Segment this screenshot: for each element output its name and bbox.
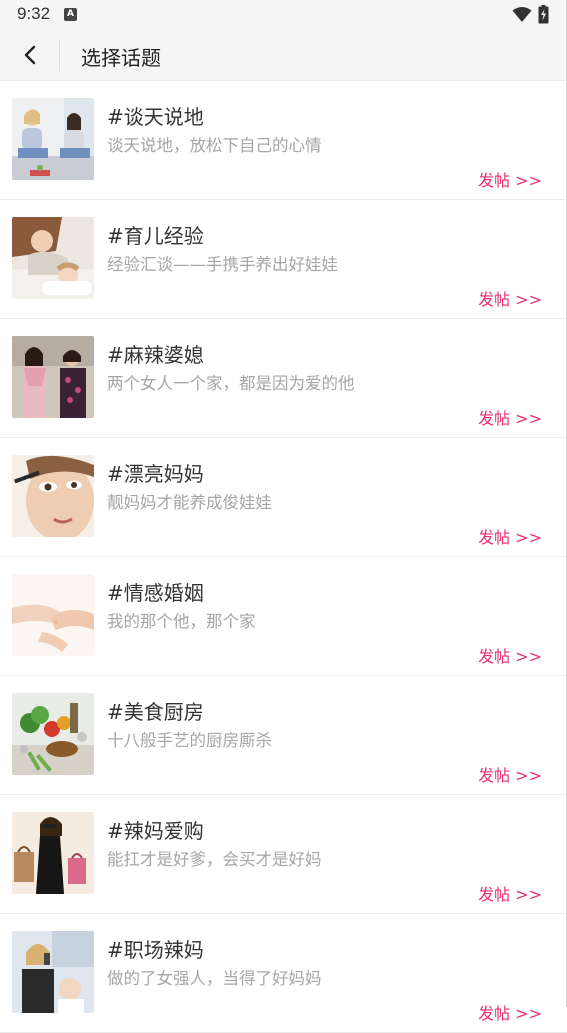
topic-item[interactable]: #辣妈爱购 能扛才是好爹，会买才是好妈 发帖 >> xyxy=(0,795,567,914)
topic-title: #职场辣妈 xyxy=(107,938,204,962)
topic-item[interactable]: #情感婚姻 我的那个他，那个家 发帖 >> xyxy=(0,557,567,676)
topic-thumbnail xyxy=(12,336,94,418)
status-time: 9:32 xyxy=(17,4,51,23)
topic-thumbnail xyxy=(12,574,94,656)
topic-description: 谈天说地，放松下自己的心情 xyxy=(107,136,322,155)
topic-item[interactable]: #麻辣婆媳 两个女人一个家，都是因为爱的他 发帖 >> xyxy=(0,319,567,438)
post-button[interactable]: 发帖 >> xyxy=(478,167,542,191)
topic-item[interactable]: #谈天说地 谈天说地，放松下自己的心情 发帖 >> xyxy=(0,81,567,200)
topic-item[interactable]: #职场辣妈 做的了女强人，当得了好妈妈 发帖 >> xyxy=(0,914,567,1033)
notification-badge-icon: A xyxy=(64,8,77,21)
chevron-left-icon xyxy=(24,45,36,65)
topic-description: 能扛才是好爹，会买才是好妈 xyxy=(107,850,322,869)
topic-thumbnail xyxy=(12,812,94,894)
topic-description: 靓妈妈才能养成俊娃娃 xyxy=(107,493,272,512)
topic-thumbnail xyxy=(12,931,94,1013)
topic-title: #谈天说地 xyxy=(107,105,204,129)
topic-thumbnail xyxy=(12,693,94,775)
topic-title: #麻辣婆媳 xyxy=(107,343,204,367)
topic-item[interactable]: #育儿经验 经验汇谈——手携手养出好娃娃 发帖 >> xyxy=(0,200,567,319)
topic-item[interactable]: #美食厨房 十八般手艺的厨房厮杀 发帖 >> xyxy=(0,676,567,795)
topic-title: #漂亮妈妈 xyxy=(107,462,204,486)
post-button[interactable]: 发帖 >> xyxy=(478,524,542,548)
battery-charging-icon xyxy=(538,5,549,28)
topic-thumbnail xyxy=(12,217,94,299)
topic-description: 我的那个他，那个家 xyxy=(107,612,256,631)
topic-description: 十八般手艺的厨房厮杀 xyxy=(107,731,272,750)
post-button[interactable]: 发帖 >> xyxy=(478,405,542,429)
status-bar: 9:32 A xyxy=(0,0,567,30)
topic-title: #辣妈爱购 xyxy=(107,819,204,843)
topic-thumbnail xyxy=(12,98,94,180)
post-button[interactable]: 发帖 >> xyxy=(478,1000,542,1024)
topic-description: 两个女人一个家，都是因为爱的他 xyxy=(107,374,355,393)
wifi-icon xyxy=(512,6,532,27)
post-button[interactable]: 发帖 >> xyxy=(478,881,542,905)
topic-title: #育儿经验 xyxy=(107,224,204,248)
header-divider xyxy=(59,39,60,71)
topic-description: 做的了女强人，当得了好妈妈 xyxy=(107,969,322,988)
topic-description: 经验汇谈——手携手养出好娃娃 xyxy=(107,255,338,274)
topic-title: #情感婚姻 xyxy=(107,581,204,605)
topic-thumbnail xyxy=(12,455,94,537)
page-title: 选择话题 xyxy=(81,46,161,70)
post-button[interactable]: 发帖 >> xyxy=(478,643,542,667)
topic-list: #谈天说地 谈天说地，放松下自己的心情 发帖 >> #育儿经验 经验汇谈——手携… xyxy=(0,81,567,1033)
app-header: 选择话题 xyxy=(0,30,567,81)
topic-item[interactable]: #漂亮妈妈 靓妈妈才能养成俊娃娃 发帖 >> xyxy=(0,438,567,557)
topic-title: #美食厨房 xyxy=(107,700,204,724)
post-button[interactable]: 发帖 >> xyxy=(478,762,542,786)
back-button[interactable] xyxy=(14,39,46,71)
post-button[interactable]: 发帖 >> xyxy=(478,286,542,310)
